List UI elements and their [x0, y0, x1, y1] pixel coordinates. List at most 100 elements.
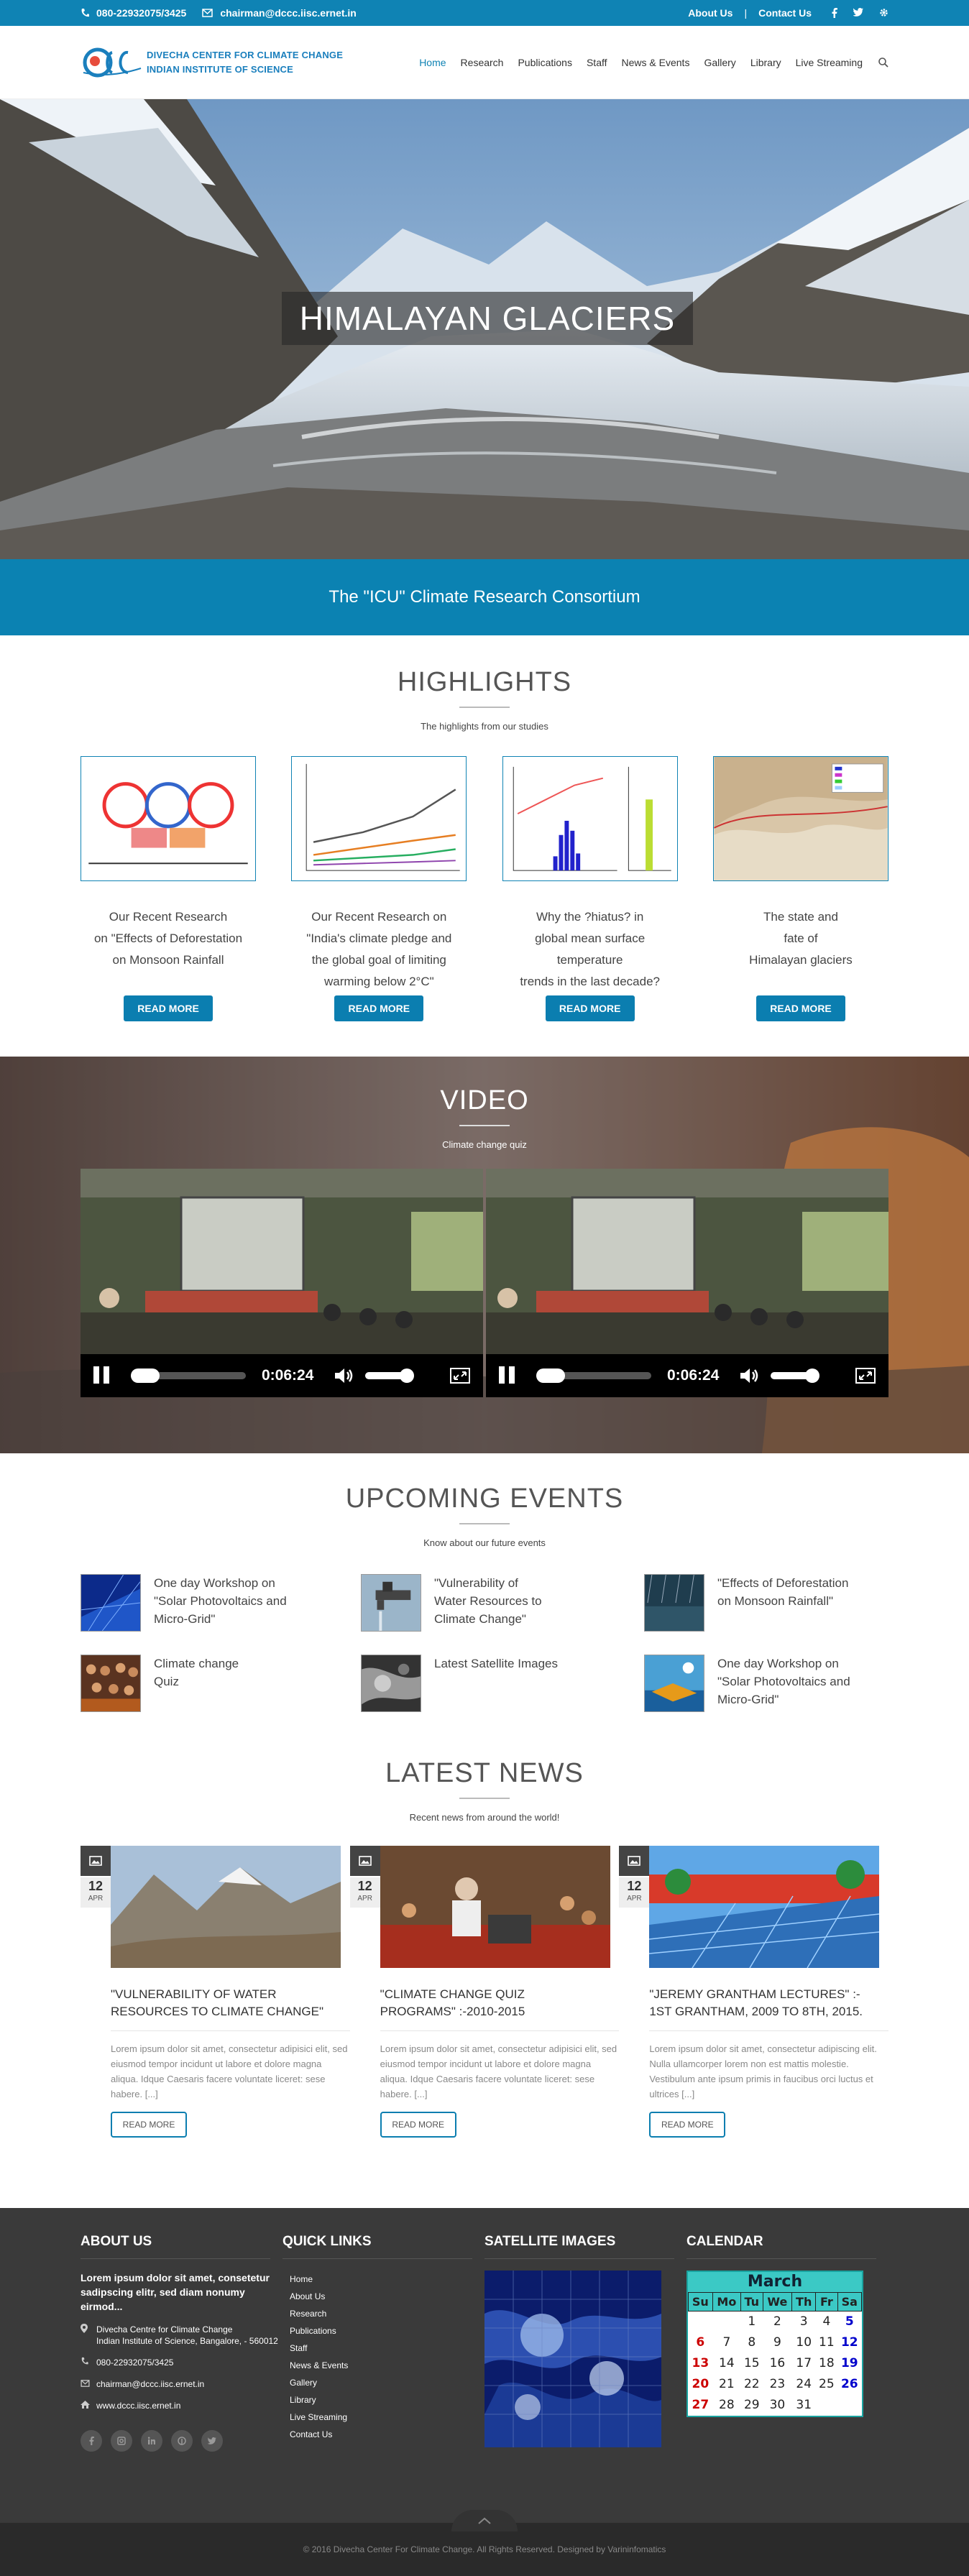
footer-website[interactable]: www.dccc.iisc.ernet.in: [81, 2400, 283, 2411]
himalaya-map-image[interactable]: [712, 756, 888, 881]
calendar-day[interactable]: 29: [741, 2395, 763, 2416]
calendar-day[interactable]: 6: [689, 2332, 713, 2353]
calendar-day[interactable]: 24: [792, 2374, 816, 2395]
event-item[interactable]: Latest Satellite Images: [361, 1655, 644, 1712]
fullscreen-icon[interactable]: [450, 1368, 470, 1384]
site-logo[interactable]: DIVECHA CENTER FOR CLIMATE CHANGE INDIAN…: [81, 44, 343, 81]
read-more-button[interactable]: READ MORE: [649, 2112, 726, 2138]
read-more-button[interactable]: READ MORE: [334, 995, 424, 1021]
volume-icon[interactable]: [739, 1367, 761, 1384]
footer-link-news-events[interactable]: News & Events: [290, 2357, 484, 2374]
news-title-line[interactable]: "JEREMY GRANTHAM LECTURES" :-: [649, 1986, 888, 2003]
calendar-day[interactable]: 10: [792, 2332, 816, 2353]
footer-link-contact[interactable]: Contact Us: [290, 2426, 484, 2443]
calendar-day[interactable]: 21: [712, 2374, 740, 2395]
news-title-line[interactable]: "CLIMATE CHANGE QUIZ: [380, 1986, 620, 2003]
volume-handle[interactable]: [805, 1368, 819, 1383]
calendar-day[interactable]: 15: [741, 2353, 763, 2374]
news-title-line[interactable]: PROGRAMS" :-2010-2015: [380, 2003, 620, 2020]
calendar-day[interactable]: [837, 2395, 861, 2416]
calendar-day[interactable]: 13: [689, 2353, 713, 2374]
read-more-button[interactable]: READ MORE: [380, 2112, 456, 2138]
event-item[interactable]: Climate change Quiz: [81, 1655, 361, 1712]
twitter-icon[interactable]: [853, 8, 863, 17]
calendar-day[interactable]: 8: [741, 2332, 763, 2353]
calendar-day[interactable]: 26: [837, 2374, 861, 2395]
volume-slider[interactable]: [365, 1368, 414, 1383]
solar-farm-news-image[interactable]: [649, 1846, 880, 1969]
event-item[interactable]: One day Workshop on "Solar Photovoltaics…: [644, 1655, 888, 1712]
calendar-day[interactable]: 20: [689, 2374, 713, 2395]
volume-handle[interactable]: [400, 1368, 414, 1383]
monsoon-diagram-image[interactable]: [81, 756, 256, 881]
nav-home[interactable]: Home: [419, 57, 446, 68]
calendar-day[interactable]: 9: [763, 2332, 792, 2353]
event-item[interactable]: One day Workshop on "Solar Photovoltaics…: [81, 1574, 361, 1632]
linkedin-icon[interactable]: [141, 2430, 162, 2452]
calendar-day[interactable]: 28: [712, 2395, 740, 2416]
nav-library[interactable]: Library: [750, 57, 781, 68]
read-more-button[interactable]: READ MORE: [111, 2112, 187, 2138]
video-progress-bar[interactable]: [131, 1368, 246, 1383]
footer-link-home[interactable]: Home: [290, 2271, 484, 2288]
calendar-day[interactable]: [712, 2312, 740, 2332]
calendar-day[interactable]: 18: [816, 2353, 837, 2374]
progress-handle[interactable]: [131, 1368, 160, 1383]
emissions-chart-image[interactable]: [291, 756, 467, 881]
instagram-icon[interactable]: [111, 2430, 132, 2452]
pause-icon[interactable]: [499, 1366, 518, 1385]
calendar-day[interactable]: 19: [837, 2353, 861, 2374]
pause-icon[interactable]: [93, 1366, 112, 1385]
calendar-day[interactable]: 12: [837, 2332, 861, 2353]
calendar-day[interactable]: 17: [792, 2353, 816, 2374]
nav-live-streaming[interactable]: Live Streaming: [796, 57, 863, 68]
nav-gallery[interactable]: Gallery: [704, 57, 735, 68]
footer-link-research[interactable]: Research: [290, 2305, 484, 2322]
scroll-to-top-button[interactable]: [451, 2510, 518, 2531]
satellite-image[interactable]: [484, 2271, 661, 2447]
progress-handle[interactable]: [536, 1368, 565, 1383]
volume-slider[interactable]: [771, 1368, 819, 1383]
calendar-day[interactable]: [689, 2312, 713, 2332]
temperature-trend-chart-image[interactable]: [502, 756, 678, 881]
footer-link-live-streaming[interactable]: Live Streaming: [290, 2409, 484, 2426]
video-player[interactable]: 0:06:24: [81, 1169, 483, 1397]
calendar-day[interactable]: 1: [741, 2312, 763, 2332]
hero-banner[interactable]: HIMALAYAN GLACIERS: [0, 99, 969, 559]
calendar-day[interactable]: [816, 2395, 837, 2416]
fullscreen-icon[interactable]: [855, 1368, 876, 1384]
nav-publications[interactable]: Publications: [518, 57, 572, 68]
read-more-button[interactable]: READ MORE: [545, 995, 635, 1021]
read-more-button[interactable]: READ MORE: [756, 995, 845, 1021]
search-icon[interactable]: [878, 58, 888, 68]
footer-link-library[interactable]: Library: [290, 2391, 484, 2409]
calendar-day[interactable]: 30: [763, 2395, 792, 2416]
footer-link-staff[interactable]: Staff: [290, 2340, 484, 2357]
news-title-line[interactable]: "VULNERABILITY OF WATER: [111, 1986, 350, 2003]
nav-research[interactable]: Research: [461, 57, 504, 68]
video-player[interactable]: 0:06:24: [486, 1169, 888, 1397]
volume-icon[interactable]: [334, 1367, 355, 1384]
consortium-banner[interactable]: The "ICU" Climate Research Consortium: [0, 559, 969, 635]
calendar-day[interactable]: 7: [712, 2332, 740, 2353]
calendar-day[interactable]: 3: [792, 2312, 816, 2332]
calendar-day[interactable]: 11: [816, 2332, 837, 2353]
mountain-valley-news-image[interactable]: [111, 1846, 341, 1968]
topbar-about-link[interactable]: About Us: [688, 7, 733, 19]
calendar-day[interactable]: 16: [763, 2353, 792, 2374]
calendar-day[interactable]: 25: [816, 2374, 837, 2395]
calendar-day[interactable]: 2: [763, 2312, 792, 2332]
footer-link-publications[interactable]: Publications: [290, 2322, 484, 2340]
topbar-email[interactable]: chairman@dccc.iisc.ernet.in: [202, 7, 357, 19]
gear-icon[interactable]: [879, 8, 888, 17]
facebook-icon[interactable]: [81, 2430, 102, 2452]
facebook-icon[interactable]: [832, 8, 837, 18]
calendar-widget[interactable]: March Su Mo Tu We Th Fr Sa 1 2 3 4 5 6 7…: [686, 2271, 863, 2417]
calendar-day[interactable]: 27: [689, 2395, 713, 2416]
event-item[interactable]: "Effects of Deforestation on Monsoon Rai…: [644, 1574, 888, 1632]
calendar-day[interactable]: 31: [792, 2395, 816, 2416]
event-item[interactable]: "Vulnerability of Water Resources to Cli…: [361, 1574, 644, 1632]
footer-link-about[interactable]: About Us: [290, 2288, 484, 2305]
calendar-day[interactable]: 14: [712, 2353, 740, 2374]
pinterest-icon[interactable]: [171, 2430, 193, 2452]
